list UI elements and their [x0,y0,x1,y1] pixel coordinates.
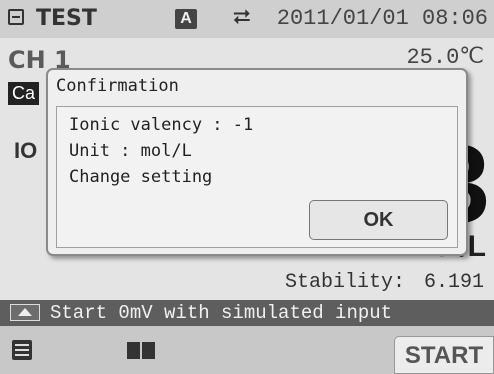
dialog-line-unit: Unit : mol/L [69,141,192,161]
confirmation-dialog: Confirmation Ionic valency : -1 Unit : m… [46,68,468,256]
instrument-screen: TEST A ⮂ 2011/01/01 08:06 CH 1 25.0℃ Ca … [0,0,494,374]
ok-button[interactable]: OK [309,200,448,240]
dialog-body: Ionic valency : -1 Unit : mol/L Change s… [56,106,458,248]
dialog-title: Confirmation [56,76,179,96]
dialog-line-change: Change setting [69,167,213,187]
dialog-line-valency: Ionic valency : -1 [69,115,254,135]
modal-overlay: Confirmation Ionic valency : -1 Unit : m… [0,0,494,374]
